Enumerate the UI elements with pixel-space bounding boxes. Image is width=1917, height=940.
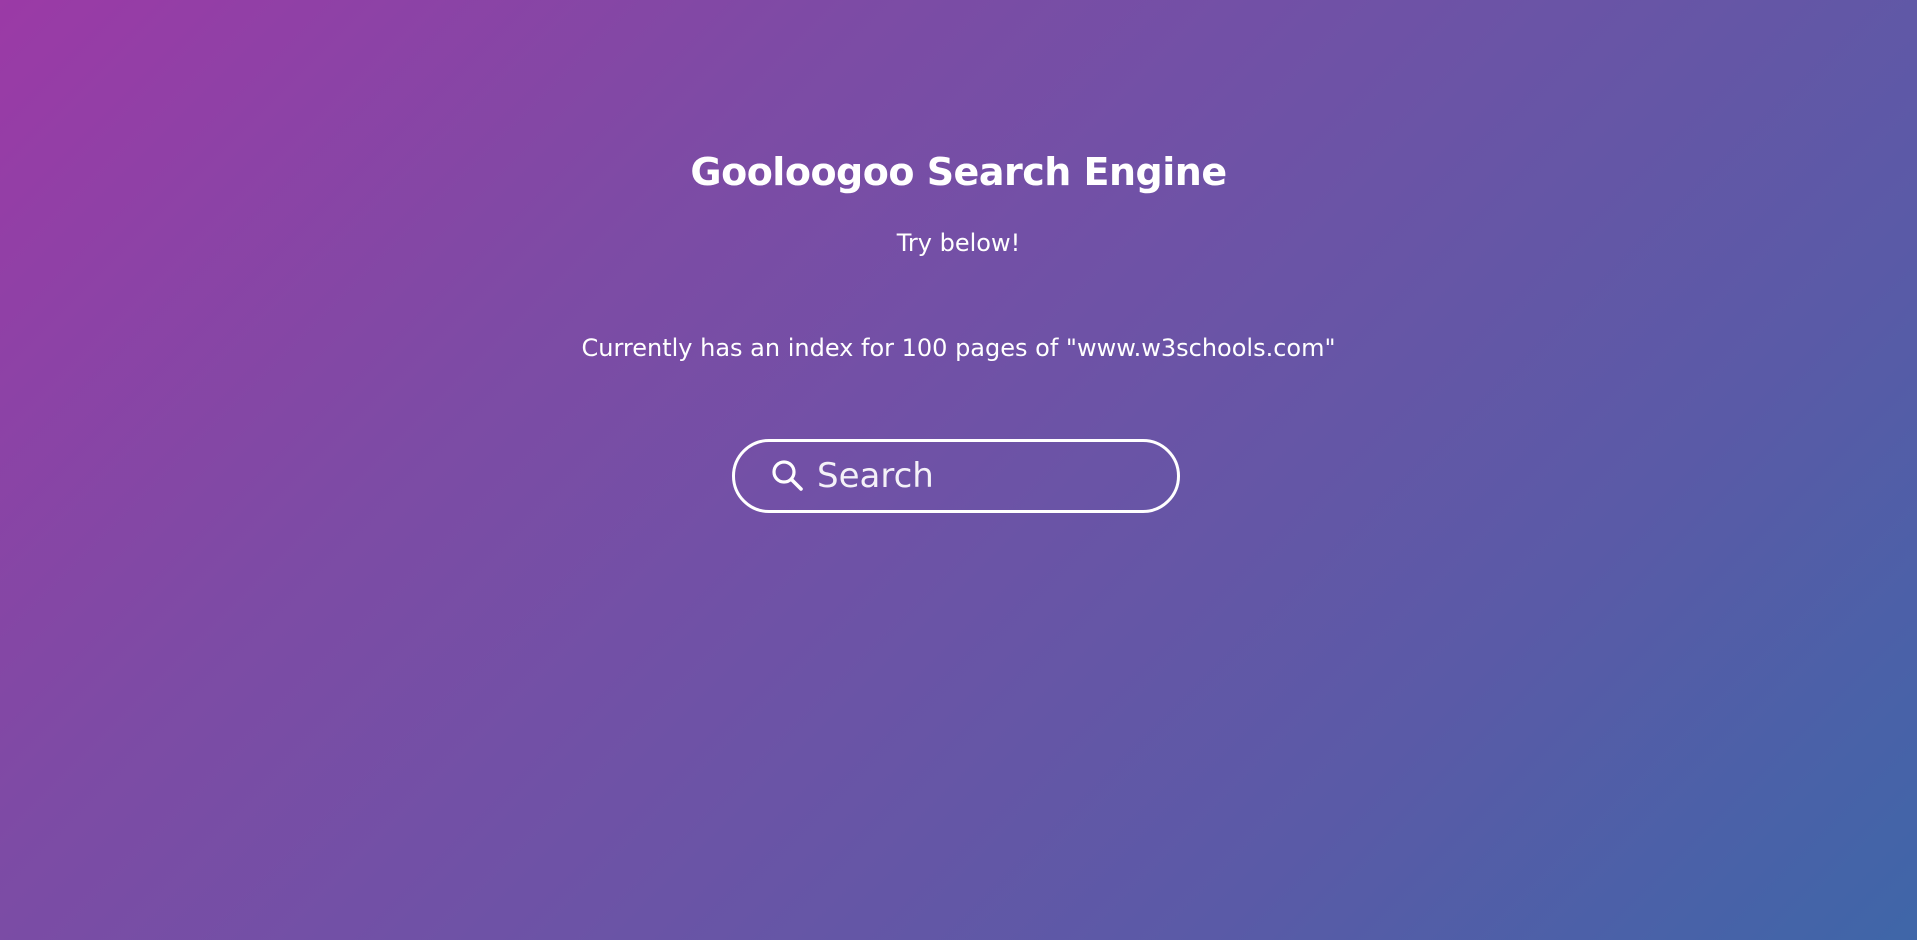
index-info-text: Currently has an index for 100 pages of … bbox=[581, 334, 1336, 362]
search-icon bbox=[771, 459, 805, 493]
search-box[interactable] bbox=[732, 439, 1180, 513]
page: Gooloogoo Search Engine Try below! Curre… bbox=[0, 0, 1917, 940]
search-input[interactable] bbox=[817, 451, 1177, 501]
page-subtitle: Try below! bbox=[896, 229, 1021, 257]
page-title: Gooloogoo Search Engine bbox=[690, 150, 1227, 194]
